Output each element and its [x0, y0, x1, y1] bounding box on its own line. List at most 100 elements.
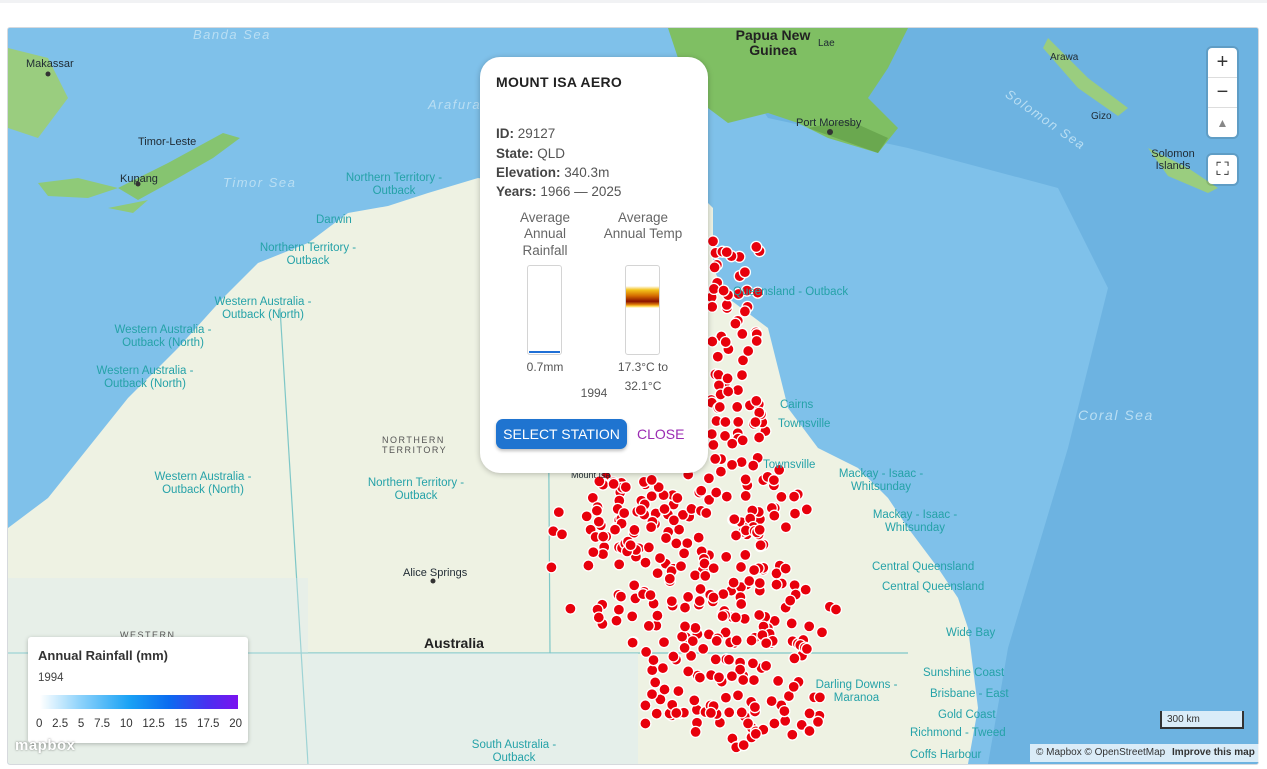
station-marker[interactable] — [800, 642, 814, 656]
station-marker[interactable] — [614, 590, 628, 603]
station-marker[interactable] — [552, 506, 565, 519]
station-marker[interactable] — [650, 707, 663, 720]
station-marker[interactable] — [658, 502, 671, 516]
station-marker[interactable] — [688, 569, 702, 582]
station-marker[interactable] — [727, 576, 740, 589]
station-marker[interactable] — [784, 594, 797, 607]
station-marker[interactable] — [697, 642, 710, 655]
station-marker[interactable] — [707, 438, 720, 452]
station-marker[interactable] — [642, 541, 656, 554]
station-marker[interactable] — [651, 609, 664, 622]
station-marker[interactable] — [787, 680, 800, 693]
station-marker[interactable] — [731, 400, 744, 414]
station-marker[interactable] — [642, 619, 655, 633]
station-marker[interactable] — [704, 706, 718, 720]
station-marker[interactable] — [765, 694, 778, 708]
station-marker[interactable] — [667, 650, 680, 663]
station-marker[interactable] — [731, 689, 745, 702]
station-marker[interactable] — [803, 724, 816, 738]
station-marker[interactable] — [678, 601, 692, 614]
station-marker[interactable] — [788, 507, 802, 520]
station-marker[interactable] — [695, 484, 708, 497]
station-marker[interactable] — [719, 415, 732, 429]
station-marker[interactable] — [689, 725, 702, 739]
station-marker[interactable] — [582, 559, 595, 572]
station-marker[interactable] — [626, 610, 639, 623]
station-marker[interactable] — [747, 563, 761, 577]
station-marker[interactable] — [732, 415, 745, 429]
station-marker[interactable] — [689, 621, 702, 635]
station-marker[interactable] — [587, 546, 600, 559]
station-marker[interactable] — [618, 506, 631, 520]
station-marker[interactable] — [708, 261, 721, 274]
station-marker[interactable] — [800, 503, 813, 516]
station-marker[interactable] — [674, 560, 688, 573]
station-marker[interactable] — [735, 597, 748, 611]
station-marker[interactable] — [658, 683, 671, 696]
station-marker[interactable] — [767, 474, 781, 487]
station-marker[interactable] — [726, 437, 739, 450]
station-marker[interactable] — [719, 335, 732, 349]
station-marker[interactable] — [610, 614, 623, 627]
station-marker[interactable] — [720, 550, 733, 563]
station-marker[interactable] — [803, 707, 816, 720]
station-marker[interactable] — [564, 602, 577, 615]
station-marker[interactable] — [702, 472, 716, 485]
station-marker[interactable] — [710, 634, 723, 648]
station-marker[interactable] — [799, 583, 812, 596]
station-marker[interactable] — [719, 691, 733, 704]
station-marker[interactable] — [770, 578, 783, 591]
station-marker[interactable] — [678, 641, 691, 655]
station-marker[interactable] — [675, 630, 689, 643]
station-marker[interactable] — [720, 490, 733, 503]
station-marker[interactable] — [693, 671, 707, 684]
station-marker[interactable] — [555, 528, 569, 541]
station-marker[interactable] — [667, 514, 681, 527]
station-marker[interactable] — [681, 590, 695, 604]
station-marker[interactable] — [730, 634, 743, 647]
station-marker[interactable] — [590, 504, 604, 517]
station-marker[interactable] — [815, 626, 829, 639]
station-marker[interactable] — [699, 569, 712, 583]
station-marker[interactable] — [729, 529, 743, 542]
station-marker[interactable] — [706, 300, 719, 313]
station-marker[interactable] — [639, 717, 652, 730]
station-marker[interactable] — [711, 350, 724, 363]
station-marker[interactable] — [750, 240, 763, 254]
station-marker[interactable] — [634, 503, 647, 517]
station-marker[interactable] — [645, 473, 658, 487]
station-marker[interactable] — [592, 611, 605, 624]
station-marker[interactable] — [725, 458, 739, 471]
station-marker[interactable] — [720, 246, 733, 259]
station-marker[interactable] — [739, 489, 752, 503]
station-marker[interactable] — [709, 452, 722, 466]
station-marker[interactable] — [753, 523, 766, 536]
station-marker[interactable] — [728, 513, 741, 526]
station-marker[interactable] — [700, 506, 713, 520]
station-marker[interactable] — [659, 531, 673, 545]
station-marker[interactable] — [785, 617, 798, 630]
station-marker[interactable] — [626, 636, 639, 649]
station-marker[interactable] — [722, 653, 736, 666]
station-marker[interactable] — [742, 344, 755, 358]
station-marker[interactable] — [752, 431, 766, 444]
station-marker[interactable] — [707, 591, 720, 604]
zoom-out-button[interactable]: − — [1208, 78, 1237, 108]
mapbox-logo[interactable]: mapbox — [15, 737, 76, 754]
fullscreen-button[interactable]: ⛶ — [1208, 155, 1237, 184]
station-marker[interactable] — [786, 728, 799, 741]
station-marker[interactable] — [738, 305, 752, 318]
station-marker[interactable] — [644, 588, 657, 602]
station-marker[interactable] — [760, 637, 773, 650]
station-marker[interactable] — [723, 706, 736, 719]
station-marker[interactable] — [721, 372, 734, 385]
station-marker[interactable] — [681, 537, 694, 550]
station-marker[interactable] — [779, 521, 793, 534]
station-marker[interactable] — [639, 699, 652, 712]
station-marker[interactable] — [628, 523, 641, 537]
station-marker[interactable] — [749, 415, 762, 429]
station-marker[interactable] — [692, 531, 705, 544]
station-marker[interactable] — [717, 284, 730, 297]
station-marker[interactable] — [729, 611, 742, 624]
station-marker[interactable] — [788, 652, 801, 665]
